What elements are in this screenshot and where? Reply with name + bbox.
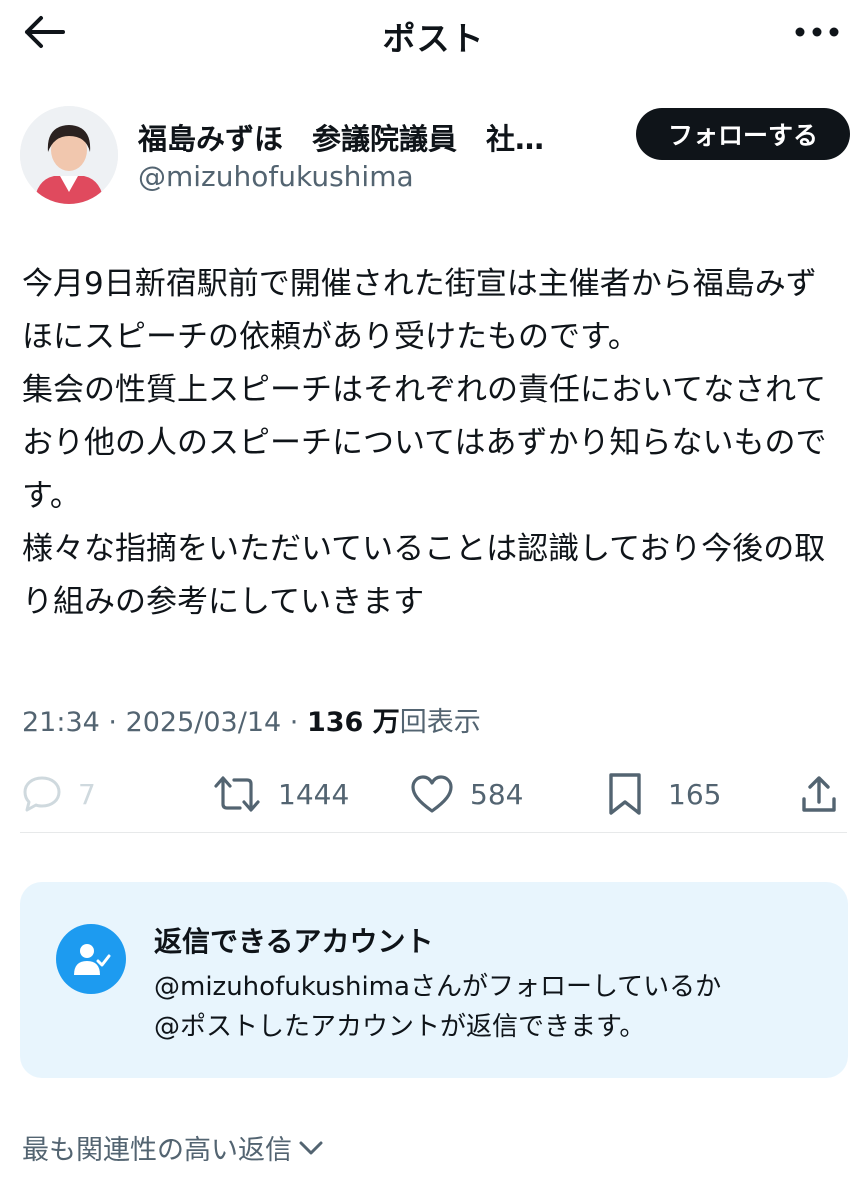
views-label: 回表示 [399, 707, 481, 738]
divider [20, 832, 847, 833]
reply-icon [23, 776, 61, 812]
retweet-icon [214, 776, 260, 812]
like-button[interactable]: 584 [410, 762, 523, 826]
user-check-icon [74, 944, 111, 975]
views-count: 136 万 [306, 707, 400, 738]
heart-icon [411, 775, 453, 813]
post-date[interactable]: 2025/03/14 [126, 707, 282, 738]
share-icon [802, 776, 836, 812]
reply-permission-icon [56, 924, 126, 994]
reply-restriction-title: 返信できるアカウント [154, 925, 434, 958]
top-bar: ポスト [0, 0, 867, 64]
author-handle[interactable]: @mizuhofukushima [138, 160, 414, 193]
bookmark-count: 165 [668, 777, 722, 811]
replies-sort-label: 最も関連性の高い返信 [22, 1135, 292, 1166]
action-bar: 7 1444 584 165 [18, 762, 842, 826]
author-row: 福島みずほ 参議院議員 社… @mizuhofukushima フォローする [20, 104, 850, 208]
profile-photo-icon [20, 106, 118, 204]
avatar[interactable] [20, 106, 118, 204]
reply-count: 7 [78, 777, 96, 811]
author-display-name[interactable]: 福島みずほ 参議院議員 社… [138, 116, 598, 158]
post-time[interactable]: 21:34 [22, 707, 100, 738]
reply-restriction-text-1: @mizuhofukushimaさんがフォローしているか [154, 972, 722, 1002]
bookmark-button[interactable]: 165 [606, 762, 721, 826]
more-horizontal-icon [795, 27, 839, 37]
share-button[interactable] [800, 762, 838, 826]
post-text: 今月9日新宿駅前で開催された街宣は主催者から福島みずほにスピーチの依頼があり受け… [22, 266, 827, 620]
bookmark-icon [609, 773, 641, 815]
more-button[interactable] [789, 14, 845, 50]
replies-sort-dropdown[interactable]: 最も関連性の高い返信 [22, 1128, 324, 1167]
post-metadata: 21:34 · 2025/03/14 · 136 万回表示 [22, 700, 481, 739]
chevron-down-icon [299, 1141, 323, 1154]
page-title: ポスト [382, 19, 485, 58]
retweet-button[interactable]: 1444 [212, 762, 349, 826]
meta-separator: · [281, 707, 307, 738]
retweet-count: 1444 [278, 777, 350, 811]
reply-restriction-text-2: @ポストしたアカウントが返信できます。 [154, 1012, 646, 1042]
reply-button[interactable]: 7 [22, 762, 96, 826]
meta-separator: · [99, 707, 126, 738]
reply-restriction-card: 返信できるアカウント @mizuhofukushimaさんがフォローしているか … [20, 882, 848, 1078]
follow-button[interactable]: フォローする [636, 108, 850, 160]
like-count: 584 [470, 777, 524, 811]
